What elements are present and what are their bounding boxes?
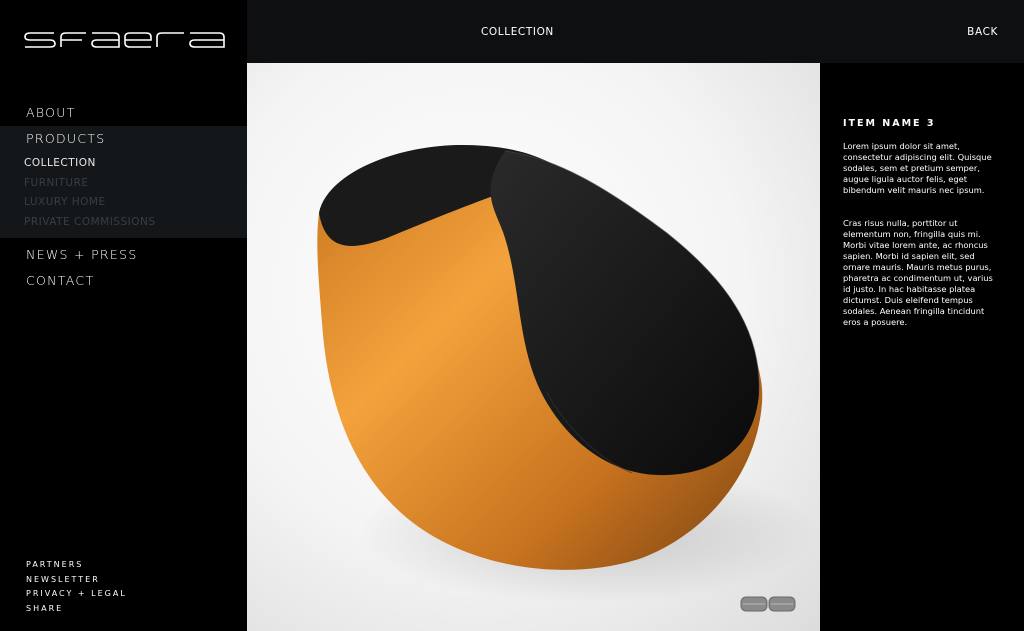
nav-about[interactable]: ABOUT	[0, 100, 247, 126]
product-description-1: Lorem ipsum dolor sit amet, consectetur …	[843, 141, 992, 195]
brand-logo[interactable]	[24, 26, 226, 52]
products-subnav: COLLECTION FURNITURE LUXURY HOME PRIVATE…	[0, 152, 247, 238]
subnav-private-commissions[interactable]: PRIVATE COMMISSIONS	[0, 213, 247, 233]
subnav-furniture[interactable]: FURNITURE	[0, 174, 247, 194]
main-nav: ABOUT PRODUCTS COLLECTION FURNITURE LUXU…	[0, 100, 247, 294]
sfaera-logo-icon	[24, 32, 225, 48]
footer-privacy-legal[interactable]: PRIVACY + LEGAL	[26, 587, 127, 602]
sidebar: ABOUT PRODUCTS COLLECTION FURNITURE LUXU…	[0, 0, 247, 631]
product-image-stage	[247, 63, 820, 631]
subnav-collection[interactable]: COLLECTION	[0, 154, 247, 174]
footer-share[interactable]: SHARE	[26, 602, 127, 617]
products-group: PRODUCTS COLLECTION FURNITURE LUXURY HOM…	[0, 126, 247, 238]
product-title: ITEM NAME 3	[843, 118, 936, 129]
subnav-luxury-home[interactable]: LUXURY HOME	[0, 193, 247, 213]
footer-partners[interactable]: PARTNERS	[26, 558, 127, 573]
image-pager[interactable]	[740, 596, 796, 612]
nav-products[interactable]: PRODUCTS	[0, 126, 247, 152]
section-title-link[interactable]: COLLECTION	[481, 26, 554, 38]
egg-chair-image	[317, 145, 817, 603]
footer-newsletter[interactable]: NEWSLETTER	[26, 573, 127, 588]
product-description-2: Cras risus nulla, porttitor ut elementum…	[843, 218, 993, 327]
back-button[interactable]: BACK	[967, 26, 998, 38]
nav-contact[interactable]: CONTACT	[0, 268, 247, 294]
nav-news-press[interactable]: NEWS + PRESS	[0, 242, 247, 268]
top-bar: COLLECTION BACK	[247, 0, 1024, 63]
footer-nav: PARTNERS NEWSLETTER PRIVACY + LEGAL SHAR…	[26, 558, 127, 616]
pager-icon	[740, 596, 796, 612]
product-info-panel: ITEM NAME 3 Lorem ipsum dolor sit amet, …	[820, 63, 1024, 631]
